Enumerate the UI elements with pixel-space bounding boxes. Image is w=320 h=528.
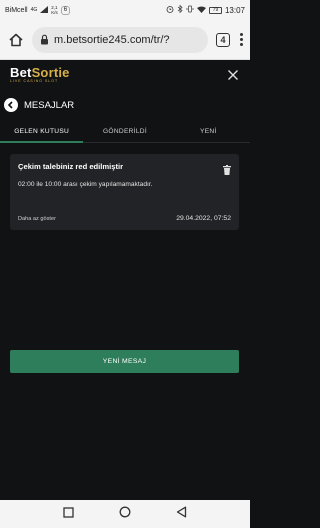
browser-menu-button[interactable] [238,33,244,46]
show-less-link[interactable]: Daha az göster [18,216,56,222]
url-text: m.betsortie245.com/tr/? [54,33,170,46]
tab-new[interactable]: YENİ [167,121,250,142]
bluetooth-icon [177,4,183,15]
logo-tagline: LIVE CASINO SLOT [10,79,59,84]
message-body: 02:00 ile 10:00 arası çekim yapılamamakt… [18,181,153,188]
delete-button[interactable] [223,162,231,180]
browser-toolbar: m.betsortie245.com/tr/? 4 [0,20,250,60]
logo-bet: Bet [10,65,32,81]
message-date: 29.04.2022, 07:52 [176,215,231,222]
message-card[interactable]: Çekim talebiniz red edilmiştir 02:00 ile… [10,154,239,230]
clock: 13:07 [224,5,245,15]
alarm-icon [166,5,174,15]
signal-icon [40,5,49,15]
new-message-button[interactable]: YENİ MESAJ [10,350,239,373]
close-icon [228,70,238,80]
trash-icon [223,165,231,175]
page-header: MESAJLAR [0,92,250,118]
status-bar: BiMcell 4G 2,1 K/s 6 79 13:07 [0,0,250,20]
message-footer: Daha az göster 29.04.2022, 07:52 [18,215,231,222]
wifi-icon [196,6,206,15]
back-nav-button[interactable] [176,505,187,523]
vibrate-icon [186,5,194,15]
home-nav-button[interactable] [119,505,131,523]
notification-badge: 6 [60,5,71,15]
home-button[interactable] [6,30,26,50]
site-logo[interactable]: BetSortie LIVE CASINO SLOT [10,66,70,84]
logo-wordmark: BetSortie [10,66,70,79]
message-tabs: GELEN KUTUSU GÖNDERİLDİ YENİ [0,121,250,143]
menu-dot [239,43,243,46]
address-bar[interactable]: m.betsortie245.com/tr/? [32,26,208,53]
system-nav-bar [0,500,250,528]
logo-sortie: Sortie [31,65,70,81]
close-button[interactable] [226,68,240,82]
triangle-back-icon [177,506,187,518]
lock-icon [40,34,49,45]
site-header: BetSortie LIVE CASINO SLOT [0,60,250,90]
home-icon [9,33,23,46]
network-type: 4G [30,7,38,13]
page-title: MESAJLAR [24,99,75,111]
battery-icon: 79 [208,6,222,14]
menu-dot [239,33,243,36]
tab-inbox[interactable]: GELEN KUTUSU [0,121,84,143]
tab-switcher-button[interactable]: 4 [216,32,230,47]
menu-dot [239,38,243,41]
data-speed: 2,1 K/s [51,5,58,15]
square-icon [63,507,74,518]
back-button[interactable] [4,98,18,112]
circle-icon [119,506,131,518]
tab-sent[interactable]: GÖNDERİLDİ [83,121,166,142]
message-title: Çekim talebiniz red edilmiştir [18,162,124,171]
data-speed-unit: K/s [51,10,58,15]
recents-button[interactable] [63,505,74,523]
chevron-left-icon [7,101,13,109]
status-right: 79 13:07 [166,4,245,15]
status-left: BiMcell 4G 2,1 K/s 6 [5,5,71,15]
carrier-name: BiMcell [5,6,28,14]
